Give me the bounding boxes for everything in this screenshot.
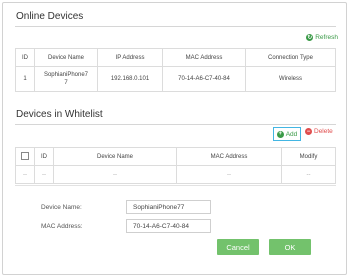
cell-mac-address: 70-14-A6-C7-40-84 [162,66,246,92]
column-header-id: ID [15,48,35,67]
add-label: Add [285,130,298,138]
column-header-modify: Modify [281,147,336,166]
whitelist-title: Devices in Whitelist [16,109,103,120]
refresh-label: Refresh [315,34,338,41]
refresh-icon: ↻ [306,34,314,41]
cell-ip-address: 192.168.0.101 [97,66,163,92]
edit-device-panel: Device Name: SophianiPhone77 MAC Address… [15,185,336,270]
device-name-label: Device Name: [41,204,82,211]
column-header-device-name: Device Name [53,147,177,166]
column-header-device-name: Device Name [34,48,98,67]
column-header-mac-address: MAC Address [162,48,246,67]
mac-address-label: MAC Address: [41,223,83,230]
cell-device-name: -- [53,165,177,184]
cell-id: -- [34,165,54,184]
column-header-mac-address: MAC Address [176,147,282,166]
table-row: -- -- -- -- -- [15,165,336,184]
table-row: 1 SophianiPhone7 7 192.168.0.101 70-14-A… [15,66,336,92]
cell-device-name: SophianiPhone7 7 [34,66,98,92]
device-name-field[interactable]: SophianiPhone77 [126,200,211,214]
minus-circle-icon: − [305,128,312,135]
title-divider [15,26,336,27]
title-divider [15,124,336,125]
online-devices-table: ID Device Name IP Address MAC Address Co… [15,48,336,92]
cell-select: -- [15,165,35,184]
refresh-button[interactable]: ↻ Refresh [306,34,338,41]
column-header-ip-address: IP Address [97,48,163,67]
select-all-checkbox[interactable] [21,151,29,160]
cell-modify: -- [281,165,336,184]
ok-button[interactable]: OK [269,239,311,255]
online-devices-title: Online Devices [16,11,84,22]
column-header-connection-type: Connection Type [245,48,336,67]
select-all-cell [15,147,35,166]
mac-address-field[interactable]: 70-14-A6-C7-40-84 [126,219,211,233]
delete-button[interactable]: − Delete [305,128,333,135]
cancel-button[interactable]: Cancel [217,239,259,255]
cell-id: 1 [15,66,35,92]
column-header-id: ID [34,147,54,166]
add-button[interactable]: + Add [273,127,301,141]
cell-connection-type: Wireless [245,66,336,92]
delete-label: Delete [314,128,333,135]
cell-mac-address: -- [176,165,282,184]
plus-circle-icon: + [276,130,284,138]
whitelist-table: ID Device Name MAC Address Modify -- -- … [15,147,336,184]
